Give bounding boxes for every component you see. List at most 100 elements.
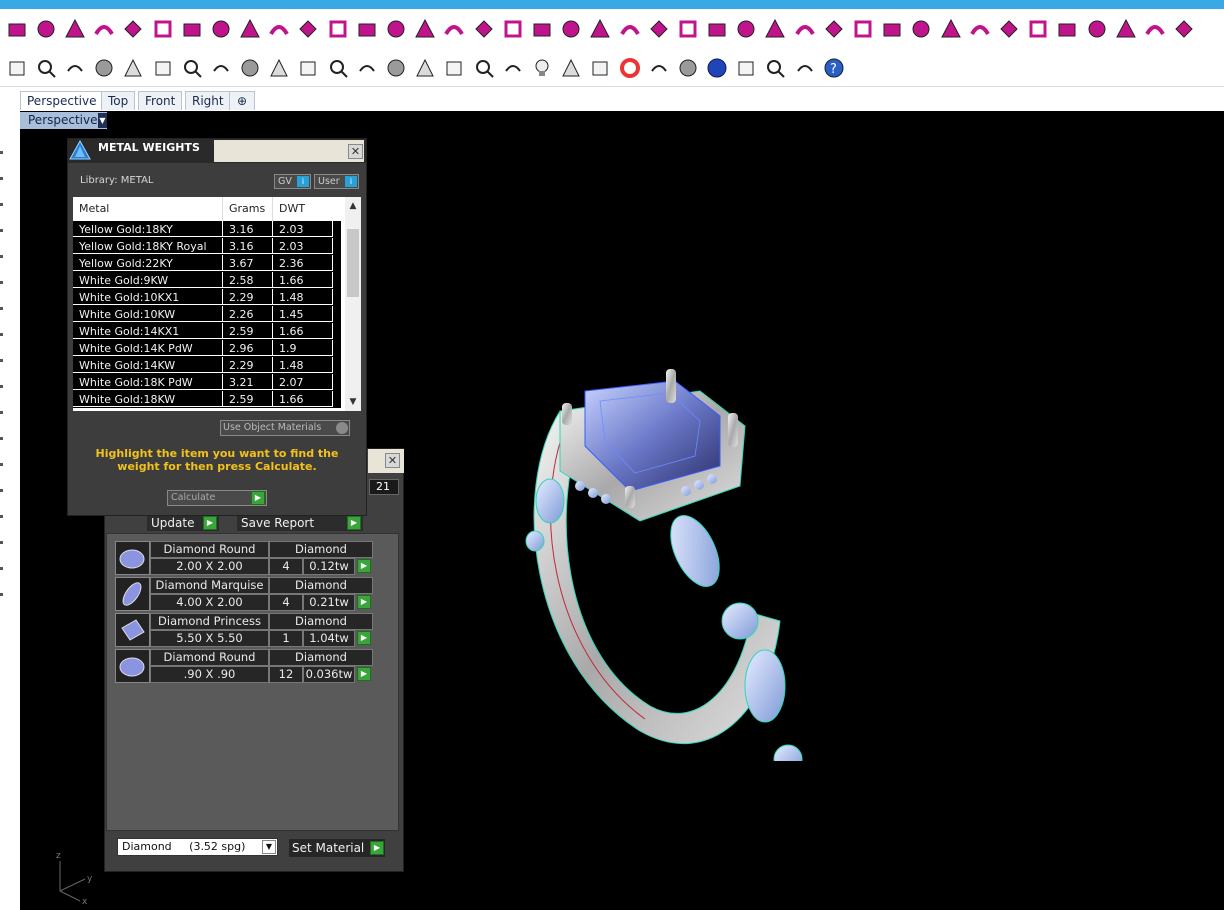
calculate-button[interactable]: Calculate ▶ (167, 490, 267, 506)
viewport-title[interactable]: Perspective (20, 112, 107, 129)
target-icon[interactable] (909, 17, 933, 41)
save-report-button[interactable]: Save Report ▶ (237, 515, 363, 531)
scroll-thumb[interactable] (347, 229, 359, 297)
material-icon[interactable] (588, 56, 612, 80)
metal-panel-header[interactable]: METAL WEIGHTS ✕ (68, 139, 366, 163)
tab-right[interactable]: Right (185, 91, 231, 110)
table-row[interactable]: White Gold:10KX1 2.29 1.48 (73, 289, 341, 306)
metal-table-scrollbar[interactable]: ▲ ▼ (345, 197, 361, 411)
metal-close-icon[interactable]: ✕ (348, 144, 363, 159)
table-row[interactable]: White Gold:18K PdW 3.21 2.07 (73, 374, 341, 391)
set-material-button[interactable]: Set Material ▶ (289, 839, 385, 857)
network-icon[interactable] (413, 17, 437, 41)
stone-go-icon[interactable]: ▶ (357, 631, 371, 645)
column-header-grams[interactable]: Grams (223, 197, 273, 221)
table-row[interactable]: White Gold:9KW 2.58 1.66 (73, 272, 341, 289)
stone-go-icon[interactable]: ▶ (357, 595, 371, 609)
eraser-icon[interactable] (442, 56, 466, 80)
snap-icon[interactable] (822, 17, 846, 41)
arrow-icon[interactable] (92, 17, 116, 41)
bend-icon[interactable] (238, 17, 262, 41)
four-viewports-icon[interactable] (384, 56, 408, 80)
viewport-menu-arrow-icon[interactable]: ▼ (98, 113, 107, 128)
chain-icon[interactable] (326, 17, 350, 41)
gears-icon[interactable] (763, 56, 787, 80)
gem-icon[interactable] (355, 17, 379, 41)
arc-icon[interactable] (676, 17, 700, 41)
cut-scissors-icon[interactable] (63, 56, 87, 80)
update-button[interactable]: Update ▶ (147, 515, 219, 531)
gem-seat-icon[interactable] (296, 17, 320, 41)
car-icon[interactable] (413, 56, 437, 80)
table-row[interactable]: Yellow Gold:22KY 3.67 2.36 (73, 255, 341, 272)
copy-icon[interactable] (92, 56, 116, 80)
print-icon[interactable] (5, 56, 29, 80)
table-row[interactable]: White Gold:18KW 2.59 1.66 (73, 391, 341, 408)
table-row[interactable]: Yellow Gold:18KY Royal 3.16 2.03 (73, 238, 341, 255)
stone-row[interactable]: Diamond Princess 5.50 X 5.50 Diamond 1 1… (115, 613, 373, 647)
vertex-edit-icon[interactable] (34, 17, 58, 41)
stone-count-field[interactable]: 21 (369, 479, 399, 495)
layer-icon[interactable] (1026, 17, 1050, 41)
gv-toggle[interactable]: GV i (274, 174, 311, 189)
table-row[interactable]: White Gold:10KW 2.26 1.45 (73, 306, 341, 323)
zoom-selected-icon[interactable] (326, 56, 350, 80)
zoom-window-icon[interactable] (267, 56, 291, 80)
cross-icon[interactable] (1114, 17, 1138, 41)
use-object-materials-toggle[interactable]: Use Object Materials (220, 420, 350, 436)
cube-icon[interactable] (1143, 17, 1167, 41)
circle-dot-icon[interactable] (472, 56, 496, 80)
clipboard-icon[interactable] (121, 56, 145, 80)
flag-icon[interactable] (267, 17, 291, 41)
ring-band-icon[interactable] (705, 17, 729, 41)
stone-row[interactable]: Diamond Round 2.00 X 2.00 Diamond 4 0.12… (115, 541, 373, 575)
sphere-blue-icon[interactable] (705, 56, 729, 80)
zoom-icon[interactable] (238, 56, 262, 80)
user-toggle[interactable]: User i (314, 174, 359, 189)
new-document-icon[interactable] (34, 56, 58, 80)
color-wheel-icon[interactable] (618, 56, 642, 80)
add-viewport-tab-icon[interactable]: ⊕ (229, 91, 255, 110)
column-header-dwt[interactable]: DWT (273, 197, 333, 221)
tab-perspective[interactable]: Perspective (20, 91, 104, 110)
stone-go-icon[interactable]: ▶ (357, 667, 371, 681)
frame-icon[interactable] (588, 17, 612, 41)
dots-grid-icon[interactable] (734, 17, 758, 41)
stone-row[interactable]: Diamond Marquise 4.00 X 2.00 Diamond 4 0… (115, 577, 373, 611)
pentagon-icon[interactable] (968, 17, 992, 41)
scroll-down-icon[interactable]: ▼ (345, 395, 361, 409)
move-arrows-icon[interactable] (209, 56, 233, 80)
transform-icon[interactable] (939, 17, 963, 41)
sphere-wire-icon[interactable] (676, 56, 700, 80)
table-row[interactable]: Yellow Gold:18KY 3.16 2.03 (73, 221, 341, 238)
branch-icon[interactable] (851, 17, 875, 41)
sphere-grey-icon[interactable] (647, 56, 671, 80)
undo-icon[interactable] (151, 56, 175, 80)
scroll-up-icon[interactable]: ▲ (345, 199, 361, 213)
point-icon[interactable] (5, 17, 29, 41)
split-icon[interactable] (151, 17, 175, 41)
material-select[interactable]: Diamond (3.52 spg) ▼ (117, 838, 278, 856)
corner-icon[interactable] (763, 17, 787, 41)
curve-icon[interactable] (121, 17, 145, 41)
stone-go-icon[interactable]: ▶ (357, 559, 371, 573)
bounding-icon[interactable] (501, 56, 525, 80)
table-row[interactable]: White Gold:14KX1 2.59 1.66 (73, 323, 341, 340)
report-close-icon[interactable]: ✕ (385, 453, 400, 468)
cut-icon[interactable] (384, 17, 408, 41)
slab-icon[interactable] (1055, 17, 1079, 41)
chevron-down-icon[interactable]: ▼ (262, 840, 276, 854)
stone-row[interactable]: Diamond Round .90 X .90 Diamond 12 0.036… (115, 649, 373, 683)
hands-icon[interactable] (647, 17, 671, 41)
table-row[interactable]: White Gold:14KW 2.29 1.48 (73, 357, 341, 374)
gear-icon[interactable] (1172, 17, 1196, 41)
signpost-icon[interactable] (618, 17, 642, 41)
twist-icon[interactable] (501, 17, 525, 41)
box-icon[interactable] (63, 17, 87, 41)
tab-front[interactable]: Front (138, 91, 183, 110)
pan-hand-icon[interactable] (180, 56, 204, 80)
column-header-metal[interactable]: Metal (73, 197, 223, 221)
tab-top[interactable]: Top (101, 91, 136, 110)
grid-icon[interactable] (472, 17, 496, 41)
pencil-icon[interactable] (734, 56, 758, 80)
